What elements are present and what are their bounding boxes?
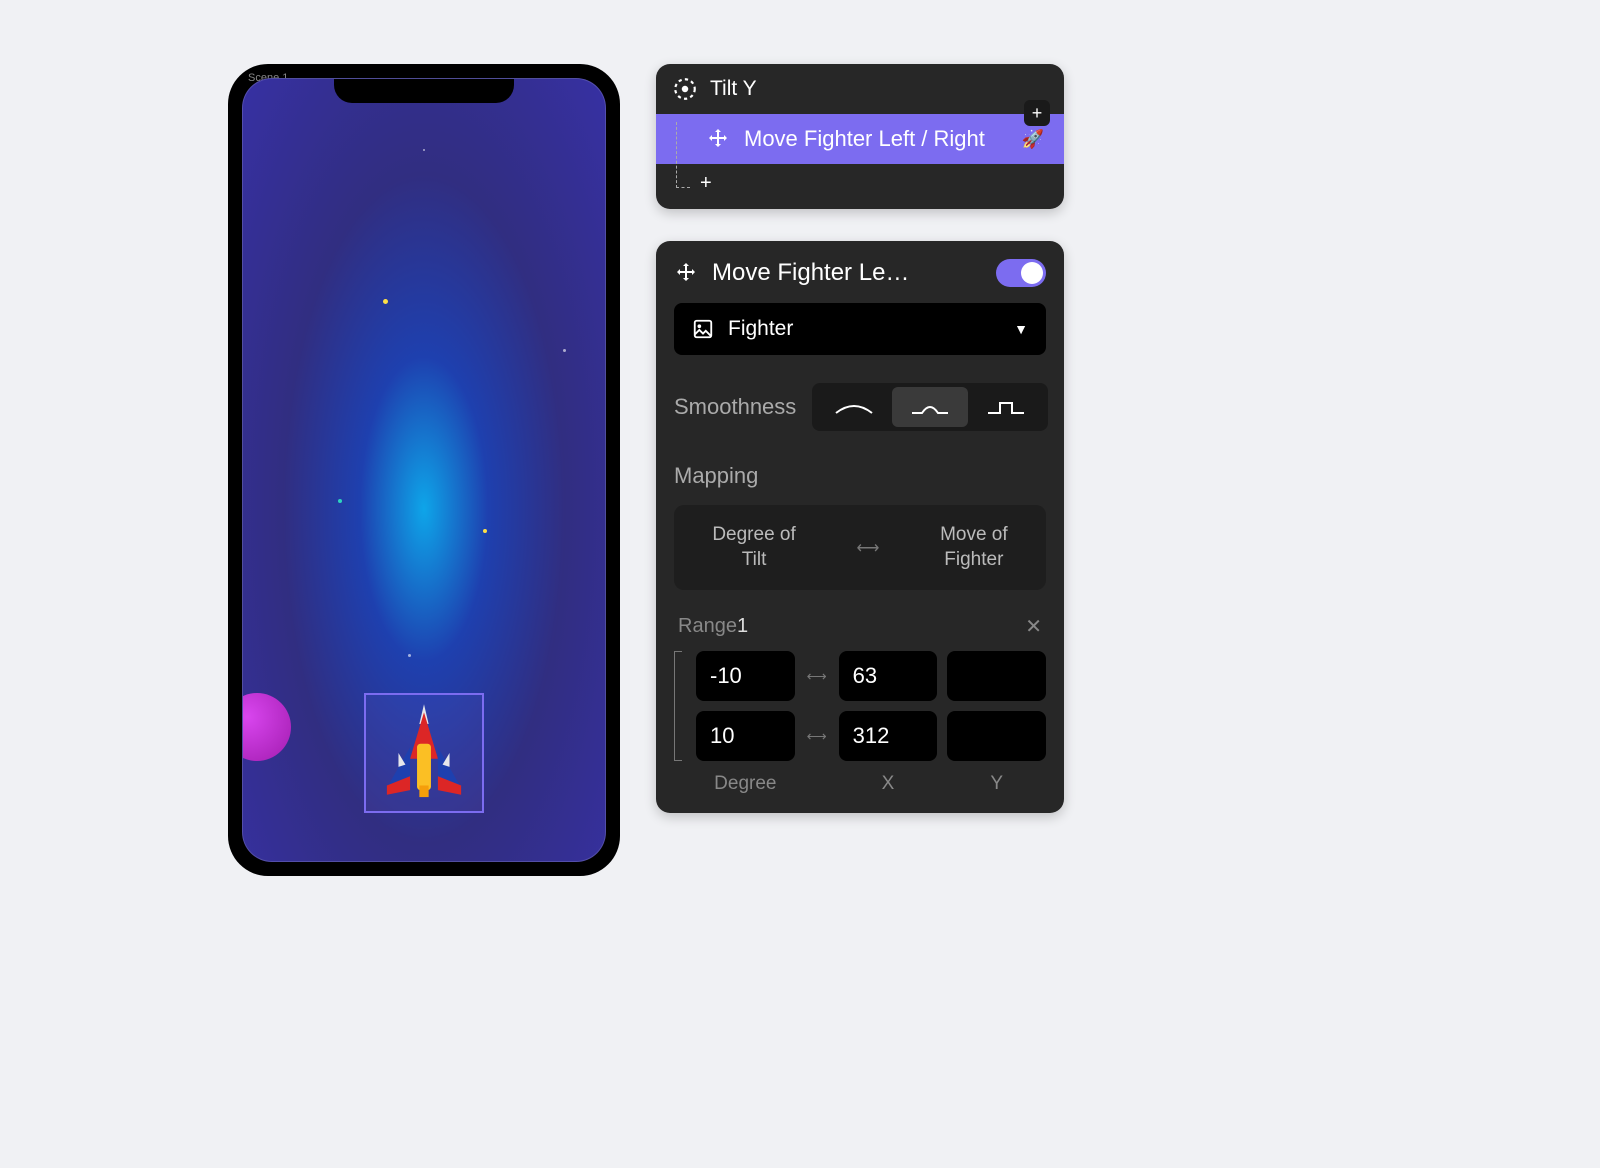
trigger-title: Tilt Y bbox=[710, 77, 757, 101]
add-action-top-button[interactable]: + bbox=[1024, 100, 1050, 126]
fighter-selection[interactable] bbox=[364, 693, 484, 813]
target-label: Fighter bbox=[728, 317, 793, 341]
smoothness-option-high[interactable] bbox=[968, 387, 1044, 427]
range-y-max-input[interactable] bbox=[947, 711, 1046, 761]
link-icon: ⟷ bbox=[805, 728, 829, 745]
range-degree-max-input[interactable]: 10 bbox=[696, 711, 795, 761]
range-close-button[interactable]: ✕ bbox=[1025, 614, 1042, 639]
star bbox=[383, 299, 388, 304]
chevron-down-icon: ▼ bbox=[1014, 321, 1028, 337]
add-action-button[interactable]: + bbox=[700, 172, 712, 195]
range-number: 1 bbox=[737, 615, 748, 638]
link-icon: ⟷ bbox=[856, 538, 879, 558]
star bbox=[338, 499, 342, 503]
smoothness-label: Smoothness bbox=[674, 394, 796, 420]
phone-screen[interactable] bbox=[242, 78, 606, 862]
action-bar[interactable]: + Move Fighter Left / Right 🚀 bbox=[656, 114, 1064, 164]
range-label: Range bbox=[678, 615, 737, 638]
image-icon bbox=[692, 318, 714, 340]
smoothness-segments bbox=[812, 383, 1048, 431]
phone-notch bbox=[334, 79, 514, 103]
range-degree-min-input[interactable]: -10 bbox=[696, 651, 795, 701]
mapping-output-label: Move of Fighter bbox=[940, 523, 1008, 572]
rocket-icon: 🚀 bbox=[1022, 129, 1044, 150]
trigger-panel: Tilt Y + Move Fighter Left / Right 🚀 + bbox=[656, 64, 1064, 209]
range-x-min-input[interactable]: 63 bbox=[839, 651, 938, 701]
column-x-label: X bbox=[839, 773, 938, 795]
star bbox=[563, 349, 566, 352]
tilt-icon bbox=[672, 76, 698, 102]
tree-trace bbox=[676, 122, 690, 188]
range-y-min-input[interactable] bbox=[947, 651, 1046, 701]
target-dropdown[interactable]: Fighter ▼ bbox=[674, 303, 1046, 355]
range-bracket bbox=[674, 651, 682, 761]
device-preview: Scene 1 bbox=[228, 64, 620, 876]
column-degree-label: Degree bbox=[696, 773, 795, 795]
enable-toggle[interactable] bbox=[996, 259, 1046, 287]
smoothness-option-low[interactable] bbox=[816, 387, 892, 427]
mapping-box: Degree of Tilt ⟷ Move of Fighter bbox=[674, 505, 1046, 590]
planet-sprite bbox=[242, 693, 291, 761]
star bbox=[423, 149, 425, 151]
property-title: Move Fighter Le… bbox=[712, 259, 982, 287]
trigger-header[interactable]: Tilt Y bbox=[656, 64, 1064, 114]
column-y-label: Y bbox=[947, 773, 1046, 795]
fighter-sprite bbox=[366, 695, 482, 811]
range-x-max-input[interactable]: 312 bbox=[839, 711, 938, 761]
smoothness-option-mid[interactable] bbox=[892, 387, 968, 427]
move-icon bbox=[674, 261, 698, 285]
link-icon: ⟷ bbox=[805, 668, 829, 685]
move-icon bbox=[706, 127, 730, 151]
mapping-heading: Mapping bbox=[674, 463, 1046, 489]
star bbox=[408, 654, 411, 657]
action-label: Move Fighter Left / Right bbox=[744, 126, 985, 152]
star bbox=[483, 529, 487, 533]
mapping-input-label: Degree of Tilt bbox=[712, 523, 795, 572]
properties-panel: Move Fighter Le… Fighter ▼ Smoothness bbox=[656, 241, 1064, 813]
